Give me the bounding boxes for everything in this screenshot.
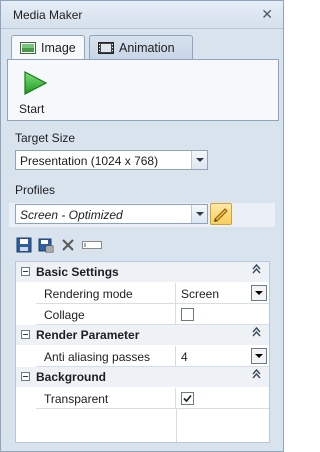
property-value[interactable] bbox=[178, 304, 269, 325]
double-chevron-up-icon[interactable] bbox=[252, 368, 261, 383]
category-label: Render Parameter bbox=[36, 328, 140, 342]
double-chevron-up-icon[interactable] bbox=[252, 263, 261, 278]
chevron-down-icon[interactable] bbox=[191, 205, 207, 223]
property-name: Rendering mode bbox=[36, 283, 176, 304]
save-as-icon[interactable] bbox=[37, 236, 55, 254]
tab-strip: Image Animation bbox=[11, 35, 281, 60]
category-basic-settings[interactable]: Basic Settings bbox=[16, 262, 269, 282]
rename-icon[interactable] bbox=[81, 236, 103, 254]
play-icon bbox=[24, 71, 48, 95]
property-value[interactable]: 4 bbox=[178, 346, 269, 367]
double-chevron-up-icon[interactable] bbox=[252, 326, 261, 341]
property-grid: Basic Settings Rendering mode Screen Col… bbox=[15, 261, 270, 443]
start-label: Start bbox=[19, 102, 45, 116]
transparent-checkbox[interactable] bbox=[181, 392, 194, 405]
target-size-select[interactable]: Presentation (1024 x 768) bbox=[15, 150, 208, 170]
image-icon bbox=[20, 42, 36, 54]
property-value[interactable]: Screen bbox=[178, 283, 269, 304]
rendering-mode-value: Screen bbox=[181, 287, 220, 301]
start-button[interactable]: Start bbox=[16, 64, 56, 118]
tab-image-label: Image bbox=[41, 41, 76, 55]
checkmark-icon bbox=[183, 394, 192, 403]
window-title: Media Maker bbox=[13, 8, 83, 22]
category-label: Background bbox=[36, 370, 107, 384]
delete-icon[interactable] bbox=[59, 236, 77, 254]
film-icon bbox=[98, 41, 114, 54]
property-name: Anti aliasing passes bbox=[36, 346, 176, 367]
close-icon[interactable]: ✕ bbox=[261, 6, 273, 23]
property-row[interactable]: Transparent bbox=[36, 388, 269, 409]
category-label: Basic Settings bbox=[36, 265, 119, 279]
anti-aliasing-value: 4 bbox=[181, 350, 188, 364]
collage-checkbox[interactable] bbox=[181, 308, 194, 321]
property-name: Collage bbox=[36, 304, 176, 325]
property-value[interactable] bbox=[178, 388, 269, 409]
tab-animation[interactable]: Animation bbox=[89, 35, 193, 59]
chevron-down-icon[interactable] bbox=[191, 151, 207, 169]
property-row[interactable]: Rendering mode Screen bbox=[36, 283, 269, 304]
profile-toolbar bbox=[15, 236, 103, 254]
column-divider bbox=[176, 408, 177, 442]
category-render-parameter[interactable]: Render Parameter bbox=[16, 325, 269, 345]
ribbon-panel: Start bbox=[7, 59, 279, 121]
profiles-select[interactable]: Screen - Optimized bbox=[15, 204, 208, 224]
title-bar: Media Maker ✕ bbox=[1, 1, 283, 29]
property-row[interactable]: Collage bbox=[36, 304, 269, 325]
target-size-value: Presentation (1024 x 768) bbox=[20, 154, 159, 168]
profiles-value: Screen - Optimized bbox=[20, 208, 123, 222]
tab-image[interactable]: Image bbox=[11, 35, 85, 60]
chevron-down-icon[interactable] bbox=[251, 348, 267, 364]
chevron-down-icon[interactable] bbox=[251, 285, 267, 301]
collapse-toggle-icon[interactable] bbox=[21, 372, 30, 381]
pencil-icon bbox=[214, 208, 228, 222]
property-name: Transparent bbox=[36, 388, 176, 409]
collapse-toggle-icon[interactable] bbox=[21, 330, 30, 339]
collapse-toggle-icon[interactable] bbox=[21, 267, 30, 276]
save-icon[interactable] bbox=[15, 236, 33, 254]
tab-animation-label: Animation bbox=[119, 40, 175, 55]
property-row[interactable]: Anti aliasing passes 4 bbox=[36, 346, 269, 367]
category-background[interactable]: Background bbox=[16, 367, 269, 387]
edit-profile-button[interactable] bbox=[210, 203, 232, 225]
target-size-label: Target Size bbox=[15, 131, 76, 145]
profiles-label: Profiles bbox=[15, 183, 56, 197]
grid-empty-area bbox=[36, 408, 269, 442]
media-maker-window: Media Maker ✕ Image Animation Start Targ… bbox=[0, 0, 284, 452]
